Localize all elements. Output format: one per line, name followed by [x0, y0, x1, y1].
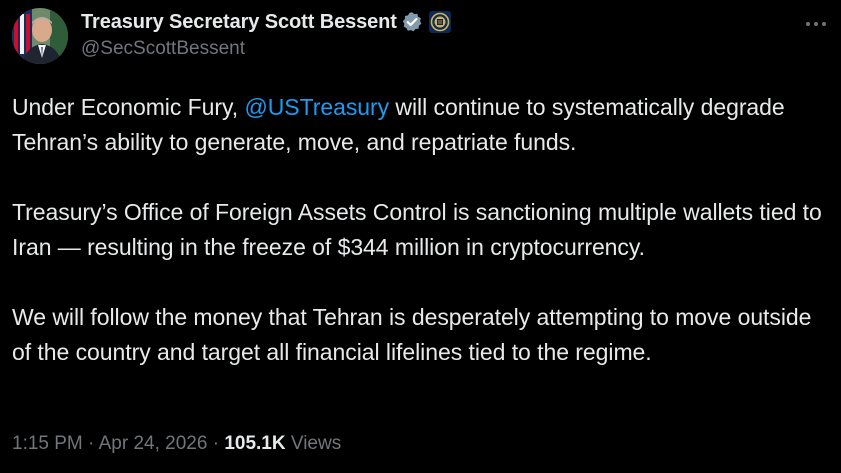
- tweet-text-segment: Under Economic Fury,: [12, 94, 245, 120]
- tweet-paragraph-2: Treasury’s Office of Foreign Assets Cont…: [12, 199, 822, 260]
- treasury-seal-icon[interactable]: [428, 11, 451, 33]
- meta-separator: ·: [88, 433, 95, 454]
- views-count[interactable]: 105.1K: [224, 433, 285, 454]
- tweet-text: Under Economic Fury, @USTreasury will co…: [12, 90, 832, 370]
- timestamp-date[interactable]: Apr 24, 2026: [99, 433, 208, 454]
- views-label: Views: [290, 433, 342, 454]
- mention-link[interactable]: @USTreasury: [244, 94, 389, 120]
- verified-badge-icon[interactable]: [401, 11, 423, 33]
- tweet-card: Treasury Secretary Scott Bessent @SecSco…: [0, 0, 841, 473]
- tweet-header: Treasury Secretary Scott Bessent @SecSco…: [12, 8, 829, 68]
- more-options-icon[interactable]: [803, 14, 829, 34]
- name-row: Treasury Secretary Scott Bessent: [81, 9, 451, 35]
- timestamp-time[interactable]: 1:15 PM: [12, 433, 83, 454]
- author-identity: Treasury Secretary Scott Bessent @SecSco…: [81, 9, 451, 60]
- author-handle[interactable]: @SecScottBessent: [81, 38, 451, 60]
- tweet-metadata: 1:15 PM · Apr 24, 2026 · 105.1K Views: [12, 433, 341, 455]
- tweet-paragraph-3: We will follow the money that Tehran is …: [12, 304, 812, 365]
- tweet-paragraph-1: Under Economic Fury, @USTreasury will co…: [12, 90, 832, 160]
- portrait-avatar-icon: [12, 8, 68, 64]
- meta-separator: ·: [212, 433, 220, 454]
- author-display-name[interactable]: Treasury Secretary Scott Bessent: [81, 11, 397, 34]
- author-avatar[interactable]: [12, 8, 68, 64]
